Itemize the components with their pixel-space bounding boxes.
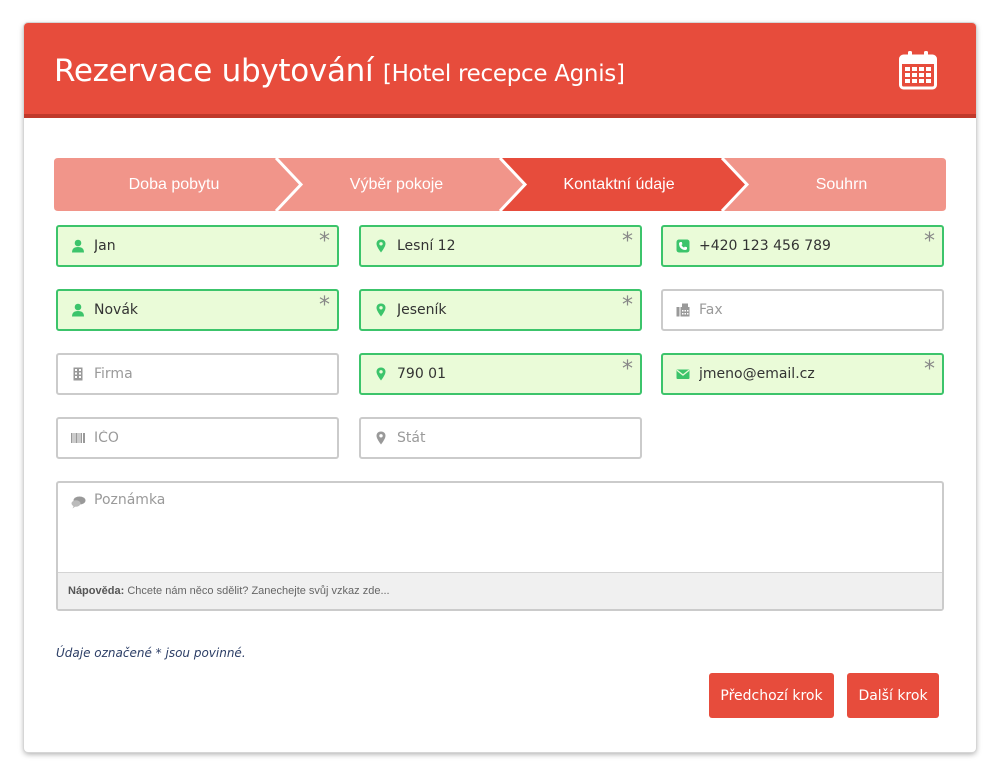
- step-kontaktni-udaje[interactable]: Kontaktní údaje: [509, 158, 729, 211]
- last-name-input[interactable]: [94, 291, 314, 329]
- fax-icon: [676, 303, 690, 317]
- phone-icon: [676, 239, 690, 253]
- envelope-icon: [676, 369, 690, 379]
- note-hint: Nápověda: Chcete nám něco sdělit? Zanech…: [58, 572, 942, 609]
- first-name-input[interactable]: [94, 227, 314, 265]
- phone-field: *: [661, 225, 944, 267]
- header-bar: Rezervace ubytování [Hotel recepce Agnis…: [24, 23, 976, 118]
- email-field: *: [661, 353, 944, 395]
- street-field: *: [359, 225, 642, 267]
- required-marker: *: [319, 293, 330, 318]
- required-marker: *: [622, 229, 633, 254]
- street-input[interactable]: [397, 227, 617, 265]
- note-hint-text: Chcete nám něco sdělit? Zanechejte svůj …: [127, 585, 390, 597]
- reservation-card: Rezervace ubytování [Hotel recepce Agnis…: [24, 23, 976, 752]
- map-marker-icon: [376, 239, 386, 253]
- comment-icon: [71, 496, 86, 509]
- required-marker: *: [924, 229, 935, 254]
- company-field: [56, 353, 339, 395]
- map-marker-icon: [376, 367, 386, 381]
- user-icon: [72, 303, 84, 317]
- company-input[interactable]: [94, 355, 314, 393]
- first-name-field: *: [56, 225, 339, 267]
- ico-field: [56, 417, 339, 459]
- required-fields-note: Údaje označené * jsou povinné.: [56, 646, 246, 660]
- note-field: Nápověda: Chcete nám něco sdělit? Zanech…: [56, 481, 944, 611]
- wizard-steps: Doba pobytu Výběr pokoje Kontaktní údaje…: [54, 158, 946, 211]
- page-title: Rezervace ubytování [Hotel recepce Agnis…: [54, 53, 625, 89]
- step-doba-pobytu[interactable]: Doba pobytu: [54, 158, 294, 211]
- country-field: [359, 417, 642, 459]
- map-marker-icon: [376, 303, 386, 317]
- required-marker: *: [622, 293, 633, 318]
- calendar-icon: [899, 51, 937, 90]
- map-marker-icon: [376, 431, 386, 445]
- city-field: *: [359, 289, 642, 331]
- fax-input[interactable]: [699, 291, 919, 329]
- zip-field: *: [359, 353, 642, 395]
- next-step-button[interactable]: Další krok: [847, 673, 939, 718]
- building-icon: [73, 367, 83, 381]
- step-vyber-pokoje[interactable]: Výběr pokoje: [284, 158, 509, 211]
- barcode-icon: [71, 433, 85, 443]
- hotel-name: [Hotel recepce Agnis]: [382, 61, 625, 87]
- previous-step-button[interactable]: Předchozí krok: [709, 673, 834, 718]
- user-icon: [72, 239, 84, 253]
- note-textarea[interactable]: [94, 492, 914, 572]
- fax-field: [661, 289, 944, 331]
- phone-input[interactable]: [699, 227, 919, 265]
- required-marker: *: [319, 229, 330, 254]
- email-input[interactable]: [699, 355, 919, 393]
- page-title-text: Rezervace ubytování: [54, 53, 374, 89]
- required-marker: *: [924, 357, 935, 382]
- last-name-field: *: [56, 289, 339, 331]
- city-input[interactable]: [397, 291, 617, 329]
- ico-input[interactable]: [94, 419, 314, 457]
- note-hint-label: Nápověda:: [68, 585, 125, 597]
- step-souhrn[interactable]: Souhrn: [734, 158, 949, 211]
- zip-input[interactable]: [397, 355, 617, 393]
- country-input[interactable]: [397, 419, 617, 457]
- required-marker: *: [622, 357, 633, 382]
